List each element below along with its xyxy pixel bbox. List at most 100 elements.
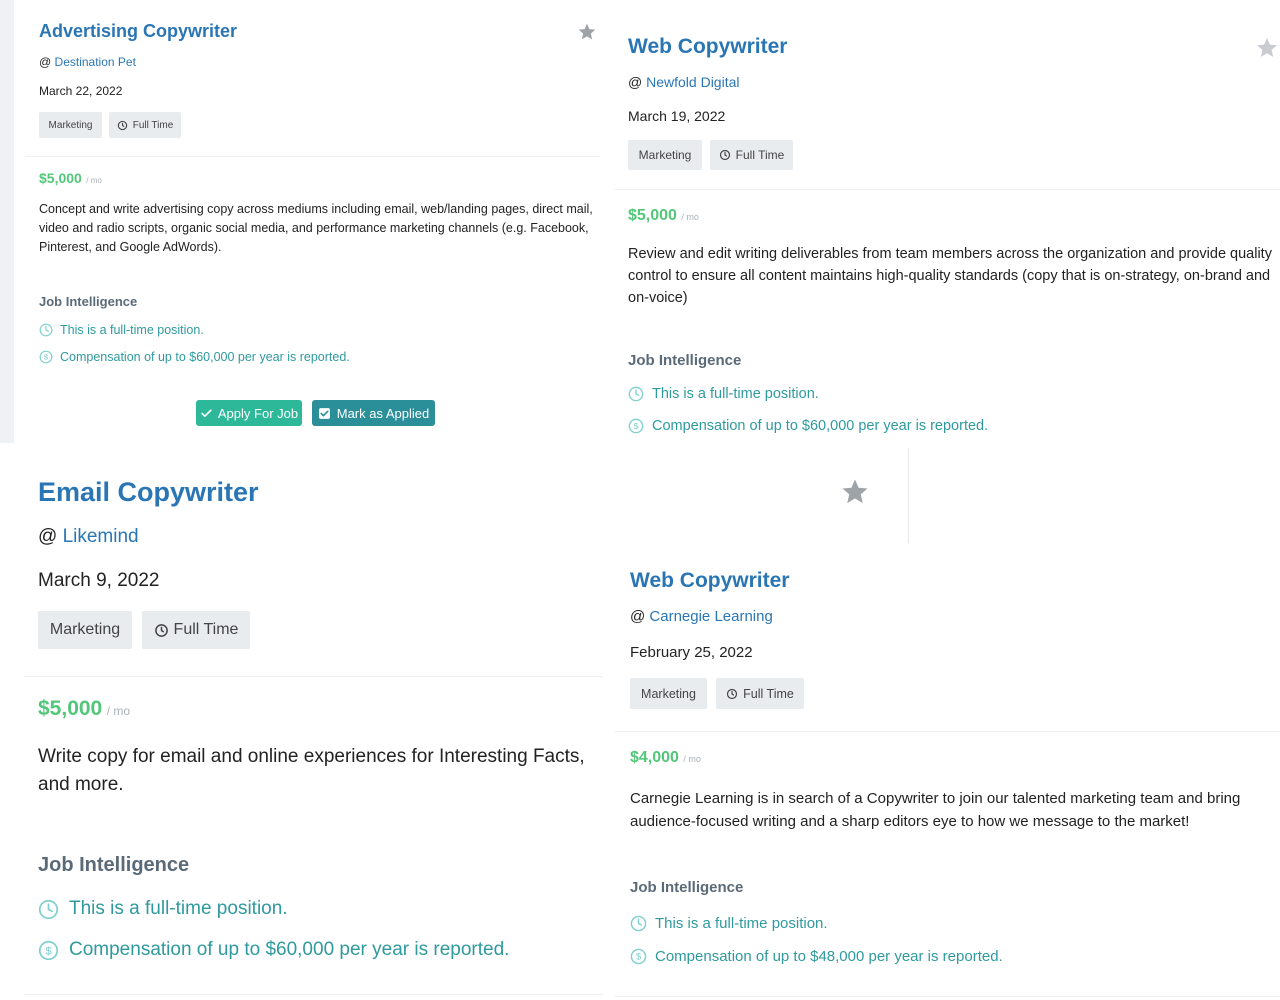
tag-label: Marketing bbox=[638, 148, 692, 162]
tag-label: Marketing bbox=[48, 119, 93, 131]
dollar-icon: $ bbox=[38, 940, 59, 960]
intel-item-compensation: $ Compensation of up to $48,000 per year… bbox=[630, 948, 1003, 965]
salary-amount: $5,000 bbox=[628, 207, 677, 224]
company-link[interactable]: Newfold Digital bbox=[646, 74, 739, 90]
tag-label: Full Time bbox=[173, 621, 239, 638]
job-intelligence-heading: Job Intelligence bbox=[39, 294, 138, 309]
salary-line: $5,000 / mo bbox=[628, 207, 699, 225]
at-symbol: @ bbox=[630, 608, 646, 625]
clock-icon bbox=[719, 149, 730, 161]
job-title[interactable]: Web Copywriter bbox=[630, 569, 789, 593]
favorite-star-icon[interactable] bbox=[577, 22, 597, 47]
intel-text: Compensation of up to $60,000 per year i… bbox=[69, 939, 510, 960]
intel-text: This is a full-time position. bbox=[69, 898, 288, 919]
tag-label: Full Time bbox=[132, 119, 174, 131]
salary-line: $4,000 / mo bbox=[630, 749, 701, 767]
intel-item-full-time: This is a full-time position. bbox=[630, 915, 828, 932]
svg-text:$: $ bbox=[634, 421, 639, 431]
tag-label: Marketing bbox=[641, 686, 696, 701]
clock-icon bbox=[117, 120, 127, 130]
apply-for-job-button[interactable]: Apply For Job bbox=[196, 400, 302, 426]
intel-item-full-time: This is a full-time position. bbox=[628, 386, 819, 402]
check-icon bbox=[201, 408, 212, 417]
salary-amount: $5,000 bbox=[39, 170, 82, 186]
post-date: March 22, 2022 bbox=[39, 84, 123, 98]
tag-marketing: Marketing bbox=[38, 611, 132, 649]
checkbox-icon bbox=[318, 407, 330, 419]
intel-item-compensation: $ Compensation of up to $60,000 per year… bbox=[39, 350, 350, 364]
salary-line: $5,000 / mo bbox=[39, 170, 102, 188]
dollar-icon: $ bbox=[628, 418, 644, 434]
at-symbol: @ bbox=[628, 74, 643, 90]
favorite-star-icon[interactable] bbox=[1255, 36, 1279, 65]
job-card-email-copywriter: Email Copywriter @ Likemind March 9, 202… bbox=[0, 448, 603, 1000]
company-line: @ Newfold Digital bbox=[628, 74, 739, 90]
svg-text:$: $ bbox=[636, 952, 641, 962]
company-line: @ Carnegie Learning bbox=[630, 608, 773, 625]
salary-line: $5,000 / mo bbox=[38, 697, 130, 721]
divider bbox=[25, 156, 600, 157]
button-label: Apply For Job bbox=[217, 405, 299, 421]
job-description: Write copy for email and online experien… bbox=[38, 746, 585, 795]
clock-icon bbox=[727, 688, 738, 699]
divider bbox=[615, 189, 1280, 190]
tag-marketing: Marketing bbox=[39, 112, 102, 138]
post-date: March 19, 2022 bbox=[628, 108, 726, 124]
clock-icon bbox=[154, 623, 168, 637]
company-line: @ Likemind bbox=[38, 526, 139, 548]
intel-item-full-time: This is a full-time position. bbox=[39, 323, 204, 337]
intel-text: This is a full-time position. bbox=[652, 386, 819, 402]
tag-full-time: Full Time bbox=[142, 611, 250, 649]
intel-text: Compensation of up to $60,000 per year i… bbox=[652, 418, 989, 434]
favorite-star-icon[interactable] bbox=[840, 477, 870, 512]
job-title[interactable]: Email Copywriter bbox=[38, 477, 259, 508]
at-symbol: @ bbox=[39, 55, 52, 69]
company-link[interactable]: Destination Pet bbox=[55, 55, 136, 69]
job-description: Carnegie Learning is in search of a Copy… bbox=[630, 790, 1241, 830]
salary-unit: / mo bbox=[683, 754, 701, 764]
salary-amount: $4,000 bbox=[630, 749, 679, 766]
tag-full-time: Full Time bbox=[716, 678, 804, 709]
tag-label: Full Time bbox=[735, 148, 785, 162]
at-symbol: @ bbox=[38, 526, 58, 547]
salary-amount: $5,000 bbox=[38, 697, 103, 720]
job-title[interactable]: Advertising Copywriter bbox=[39, 21, 237, 42]
svg-text:$: $ bbox=[44, 353, 49, 362]
job-card-web-copywriter-newfold: Web Copywriter @ Newfold Digital March 1… bbox=[615, 0, 1280, 445]
intel-text: This is a full-time position. bbox=[655, 915, 828, 932]
mark-as-applied-button[interactable]: Mark as Applied bbox=[312, 400, 435, 426]
divider bbox=[24, 676, 603, 677]
intel-text: Compensation of up to $48,000 per year i… bbox=[655, 948, 1003, 965]
job-card-advertising-copywriter: Advertising Copywriter @ Destination Pet… bbox=[0, 0, 615, 443]
tag-full-time: Full Time bbox=[109, 112, 181, 138]
salary-unit: / mo bbox=[86, 176, 102, 185]
company-line: @ Destination Pet bbox=[39, 55, 136, 69]
tag-label: Marketing bbox=[49, 621, 121, 638]
clock-icon bbox=[38, 899, 59, 919]
intel-text: This is a full-time position. bbox=[60, 323, 204, 337]
divider bbox=[615, 731, 1280, 732]
intel-text: Compensation of up to $60,000 per year i… bbox=[60, 350, 350, 364]
tag-full-time: Full Time bbox=[710, 140, 793, 170]
dollar-icon: $ bbox=[39, 350, 53, 364]
job-intelligence-heading: Job Intelligence bbox=[38, 854, 190, 876]
company-link[interactable]: Likemind bbox=[63, 526, 139, 547]
card-left-accent bbox=[0, 0, 14, 443]
tag-marketing: Marketing bbox=[628, 140, 702, 170]
dollar-icon: $ bbox=[630, 948, 647, 965]
job-description: Review and edit writing deliverables fro… bbox=[628, 246, 1272, 306]
divider bbox=[24, 994, 603, 995]
clock-icon bbox=[39, 323, 53, 337]
divider bbox=[615, 996, 1280, 997]
intel-item-compensation: $ Compensation of up to $60,000 per year… bbox=[38, 939, 509, 961]
company-link[interactable]: Carnegie Learning bbox=[649, 608, 772, 625]
job-title[interactable]: Web Copywriter bbox=[628, 35, 787, 59]
clock-icon bbox=[630, 915, 647, 932]
button-label: Mark as Applied bbox=[336, 405, 430, 421]
job-description: Concept and write advertising copy acros… bbox=[39, 202, 593, 254]
job-intelligence-heading: Job Intelligence bbox=[630, 879, 744, 896]
tag-label: Full Time bbox=[743, 686, 794, 701]
clock-icon bbox=[628, 386, 644, 402]
tag-marketing: Marketing bbox=[630, 678, 707, 709]
post-date: February 25, 2022 bbox=[630, 644, 753, 661]
